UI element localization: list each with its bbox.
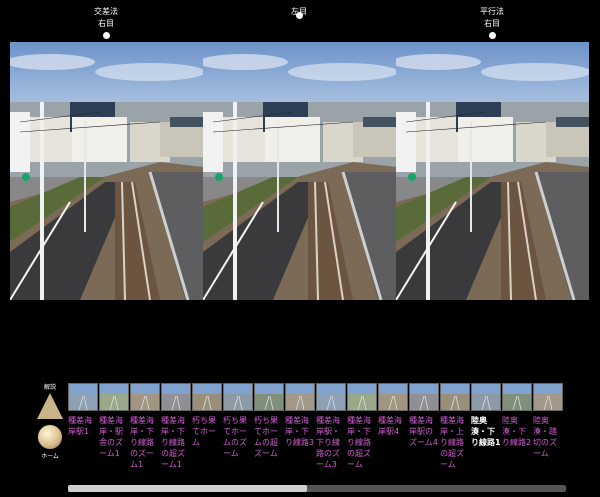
thumbnail-image[interactable] [68,383,98,411]
thumbnail-item[interactable]: 陸奥湊・下り線路2 [502,383,532,448]
thumbnail-item[interactable]: 種差海岸駅のズーム4 [409,383,439,448]
thumbnail-caption[interactable]: 朽ち果てホームの超ズーム [254,415,285,459]
thumbnail-caption[interactable]: 種差海岸駅1 [68,415,99,437]
thumbnail-caption[interactable]: 種差海岸・上り線路の超ズーム [440,415,471,470]
home-button[interactable] [38,425,62,449]
thumbnail-caption[interactable]: 陸奥湊・下り線路2 [502,415,533,448]
thumbnail-item[interactable]: 陸奥湊・下り線路1 [471,383,501,448]
thumbnail-item[interactable]: 種差海岸駅4 [378,383,408,437]
controls: 解説 ホーム [36,382,64,460]
thumbnail-item[interactable]: 朽ち果てホームの超ズーム [254,383,284,459]
thumbnail-item[interactable]: 種差海岸・下り線路のズーム1 [130,383,160,470]
thumbnail-image[interactable] [378,383,408,411]
thumbnail-item[interactable]: 種差海岸・下り線路の超ズーム [347,383,377,470]
thumbnail-item[interactable]: 種差海岸・上り線路の超ズーム [440,383,470,470]
photo-frame-parallel-right [396,42,589,300]
photo-frame-left [203,42,396,300]
dot-icon [102,32,110,39]
thumbnail-item[interactable]: 種差海岸・下り線路3 [285,383,315,448]
thumbnail-caption[interactable]: 種差海岸・下り線路の超ズーム [347,415,378,470]
thumbnail-image[interactable] [285,383,315,411]
thumbnail-item[interactable]: 種差海岸駅1 [68,383,98,437]
thumbnail-image[interactable] [254,383,284,411]
thumbnail-caption[interactable]: 陸奥湊・下り線路1 [471,415,502,448]
thumbnail-item[interactable]: 朽ち果てホームのズーム [223,383,253,459]
thumbnail-strip: 種差海岸駅1 種差海岸・駅舎のズーム1 種差海岸・下り線路のズーム1 種差海岸・… [68,383,568,483]
thumbnail-item[interactable]: 種差海岸・駅舎のズーム1 [99,383,129,459]
thumbnail-item[interactable]: 陸奥湊・踏切のズーム [533,383,563,459]
photo-frame-cross-right [10,42,203,300]
dot-icon [488,32,496,39]
thumbnail-item[interactable]: 朽ち果てホーム [192,383,222,448]
thumbnail-image[interactable] [192,383,222,411]
thumbnail-caption[interactable]: 種差海岸駅のズーム4 [409,415,440,448]
stereo-photo [10,42,589,300]
thumbnail-image[interactable] [502,383,532,411]
thumbnail-image[interactable] [161,383,191,411]
thumbnail-caption[interactable]: 種差海岸・駅舎のズーム1 [99,415,130,459]
thumbnail-caption[interactable]: 種差海岸駅4 [378,415,409,437]
thumbnail-item[interactable]: 種差海岸・下り線路の超ズーム1 [161,383,191,470]
thumbnail-image[interactable] [409,383,439,411]
home-label: ホーム [41,453,59,460]
thumbnail-item[interactable]: 種差海岸駅・下り線路のズーム3 [316,383,346,470]
thumbnail-image[interactable] [440,383,470,411]
thumbnail-image[interactable] [223,383,253,411]
thumbnail-image[interactable] [471,383,501,411]
thumbnail-caption[interactable]: 種差海岸・下り線路3 [285,415,316,448]
thumbnail-image[interactable] [99,383,129,411]
thumbnail-image[interactable] [347,383,377,411]
cross-eyed-right-eye-label: 交差法 右目 [61,6,151,39]
thumbnail-caption[interactable]: 朽ち果てホームのズーム [223,415,254,459]
view-labels: 交差法 右目 左目 平行法 右目 [0,6,600,42]
thumbnail-caption[interactable]: 陸奥湊・踏切のズーム [533,415,564,459]
horizontal-scrollbar[interactable] [68,485,566,492]
thumbnail-image[interactable] [316,383,346,411]
guide-triangle-button[interactable] [37,393,63,419]
scrollbar-thumb[interactable] [68,485,307,492]
thumbnail-caption[interactable]: 種差海岸・下り線路のズーム1 [130,415,161,470]
thumbnail-caption[interactable]: 種差海岸・下り線路の超ズーム1 [161,415,192,470]
thumbnail-image[interactable] [533,383,563,411]
thumbnail-image[interactable] [130,383,160,411]
parallel-right-eye-label: 平行法 右目 [447,6,537,39]
thumbnail-caption[interactable]: 朽ち果てホーム [192,415,223,448]
left-eye-label: 左目 [254,6,344,19]
guide-label: 解説 [43,384,56,391]
thumbnail-caption[interactable]: 種差海岸駅・下り線路のズーム3 [316,415,347,470]
